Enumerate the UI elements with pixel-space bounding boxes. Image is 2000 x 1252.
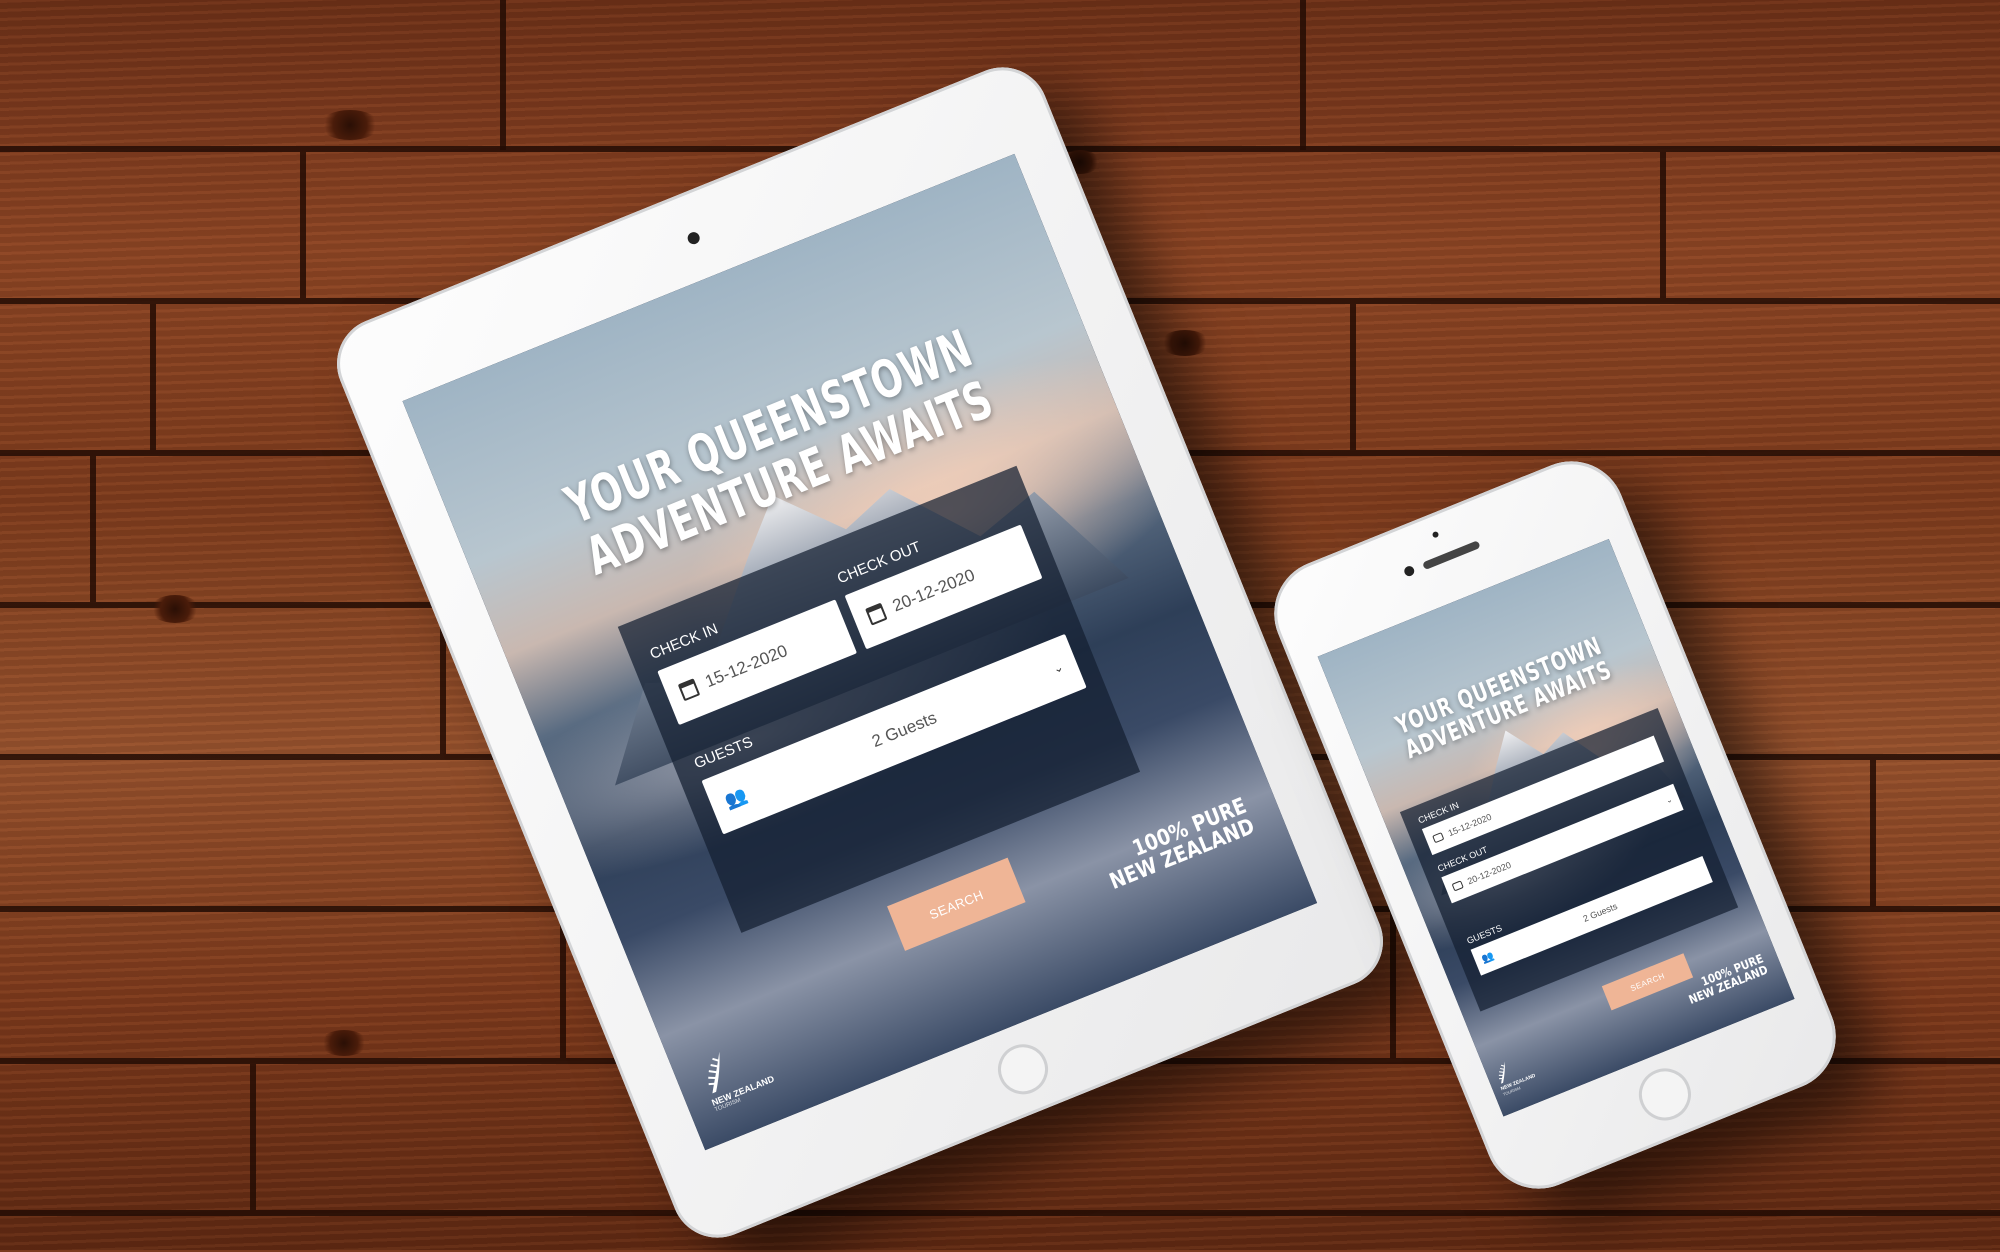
phone-sensor <box>1431 530 1440 539</box>
tablet-camera <box>685 230 702 246</box>
pure-new-zealand-logo: 100% PURE NEW ZEALAND <box>1099 794 1258 895</box>
check-out-value: 20-12-2020 <box>889 565 978 616</box>
chevron-down-icon: ⌄ <box>1665 796 1674 806</box>
search-button[interactable]: SEARCH <box>1601 953 1694 1011</box>
new-zealand-tourism-logo: NEW ZEALAND TOURISM <box>694 1035 777 1113</box>
people-icon: 👥 <box>1480 950 1496 966</box>
people-icon: 👥 <box>721 784 750 812</box>
check-in-field[interactable]: 15-12-2020 <box>657 599 858 726</box>
pure-new-zealand-logo: 100% PURE NEW ZEALAND <box>1683 951 1770 1007</box>
new-zealand-tourism-logo: NEW ZEALAND TOURISM <box>1491 1051 1538 1097</box>
check-in-value: 15-12-2020 <box>1446 811 1494 839</box>
calendar-icon <box>677 678 701 702</box>
calendar-icon <box>1432 832 1445 844</box>
check-out-field[interactable]: 20-12-2020 <box>844 524 1043 650</box>
phone-speaker <box>1422 540 1481 571</box>
check-out-value: 20-12-2020 <box>1466 859 1513 887</box>
guests-value: 2 Guests <box>869 707 940 752</box>
search-button[interactable]: SEARCH <box>887 857 1026 951</box>
check-in-value: 15-12-2020 <box>702 640 791 692</box>
calendar-icon <box>1451 880 1464 892</box>
phone-home-button[interactable] <box>1631 1060 1699 1129</box>
phone-front-camera <box>1402 564 1416 578</box>
calendar-icon <box>865 602 888 626</box>
tablet-home-button[interactable] <box>990 1036 1056 1102</box>
guests-value: 2 Guests <box>1581 901 1619 924</box>
